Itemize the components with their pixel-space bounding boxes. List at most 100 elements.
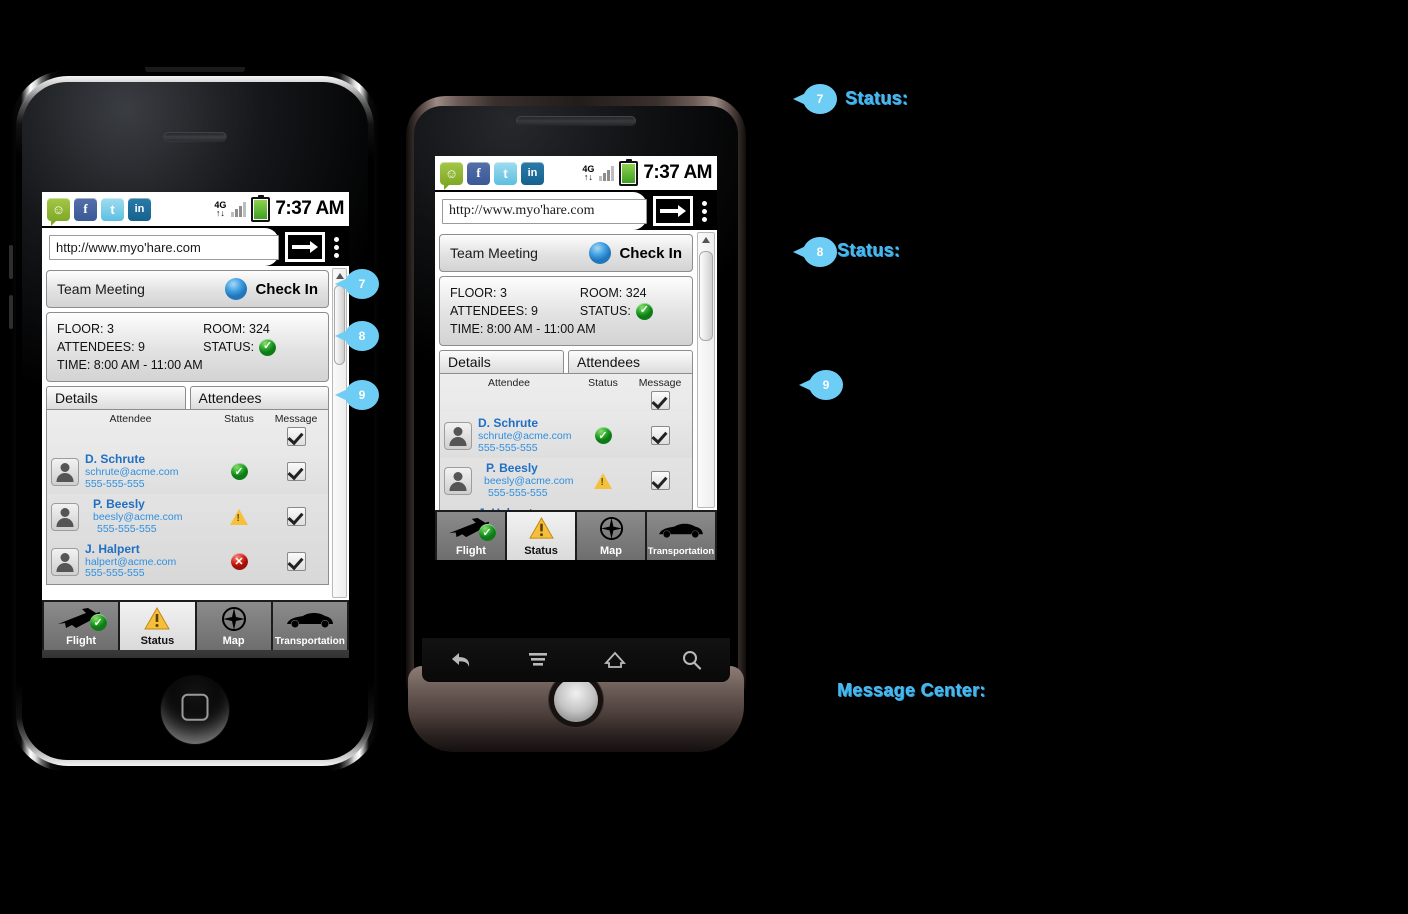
callout-pin-9-left[interactable]: 9 (335, 380, 379, 410)
vertical-scrollbar[interactable] (697, 232, 715, 508)
twitter-icon: t (494, 161, 517, 185)
softkey-menu[interactable] (499, 651, 576, 669)
iphone-volume-up-button[interactable] (9, 245, 13, 279)
meeting-header: Team Meeting Check In (440, 235, 692, 271)
battery-icon (619, 160, 639, 186)
callout-number: 8 (345, 321, 379, 351)
table-row[interactable]: D. Schrute schrute@acme.com 555-555-555 … (47, 449, 328, 495)
status-ok-icon: ✓ (259, 338, 277, 356)
message-checkbox[interactable] (286, 462, 306, 482)
app-tab-strip: ✓ Flight Status Map Transportation (435, 510, 717, 560)
callout-label-7: Status: (845, 88, 909, 108)
network-4g-icon: 4G ↑↓ (214, 200, 227, 218)
sms-icon: ☺ (47, 197, 70, 226)
app-tab-status[interactable]: Status (120, 602, 195, 650)
attendees-count: ATTENDEES: 9 (57, 340, 145, 355)
floor-value: FLOOR: 3 (450, 286, 507, 300)
meeting-title: Team Meeting (450, 245, 538, 261)
attendee-email[interactable]: beesly@acme.com (85, 511, 210, 524)
compass-icon (599, 512, 624, 545)
app-tab-status[interactable]: Status (507, 512, 575, 560)
tab-attendees[interactable]: Attendees (568, 350, 693, 374)
attendees-table: Attendee Status Message D. Schrute schru… (46, 409, 329, 586)
signal-bars-icon (231, 201, 247, 217)
message-checkbox[interactable] (650, 426, 670, 446)
attendees-count: ATTENDEES: 9 (450, 304, 538, 319)
overflow-menu-icon[interactable] (696, 200, 712, 222)
softkey-home[interactable] (576, 650, 653, 670)
message-checkbox[interactable] (650, 471, 670, 491)
checkin-group[interactable]: Check In (225, 278, 318, 300)
softkey-back[interactable] (422, 650, 499, 670)
app-tab-transportation[interactable]: Transportation (647, 512, 715, 560)
iphone-volume-down-button[interactable] (9, 295, 13, 329)
status-error-icon: ✕ (230, 553, 248, 571)
app-tab-map[interactable]: Map (196, 602, 271, 650)
table-row[interactable]: D. Schrute schrute@acme.com 555-555-555 … (440, 413, 692, 459)
callout-pin-7-left[interactable]: 7 (335, 269, 379, 299)
app-tab-label: Map (222, 635, 245, 647)
attendee-phone[interactable]: 555-555-555 (85, 478, 210, 491)
attendee-email[interactable]: schrute@acme.com (85, 466, 210, 479)
overflow-menu-icon[interactable] (328, 236, 344, 258)
table-row[interactable]: J. Halpert halpert@acme.com 555-555-555 … (47, 539, 328, 584)
signal-bars-icon (599, 165, 615, 181)
attendee-email[interactable]: schrute@acme.com (478, 430, 574, 443)
attendee-phone[interactable]: 555-555-555 (85, 523, 210, 536)
table-row[interactable]: P. Beesly beesly@acme.com 555-555-555 (47, 494, 328, 539)
softkey-search[interactable] (653, 650, 730, 670)
app-tab-map[interactable]: Map (577, 512, 645, 560)
scroll-up-arrow-icon[interactable] (698, 233, 714, 247)
content-tabs: Details Attendees (46, 386, 329, 410)
callout-pin-7-right[interactable]: 7 (793, 84, 837, 114)
url-input[interactable]: http://www.myo'hare.com (49, 234, 279, 260)
webview: Team Meeting Check In FLOOR: 3 ROOM: 324 (42, 266, 349, 600)
android-trackball[interactable] (554, 678, 598, 722)
checkin-button[interactable]: Check In (619, 245, 682, 262)
tab-details[interactable]: Details (46, 386, 186, 410)
tab-attendees[interactable]: Attendees (189, 386, 329, 410)
checkin-button[interactable]: Check In (255, 281, 318, 298)
callout-number: 8 (803, 237, 837, 267)
attendee-info: J. Halpert halpert@acme.com 555-555-555 (472, 506, 574, 510)
select-all-checkbox[interactable] (650, 391, 670, 411)
attendee-phone[interactable]: 555-555-555 (478, 442, 574, 455)
vertical-scrollbar[interactable] (332, 268, 347, 598)
message-checkbox[interactable] (286, 552, 306, 572)
table-row[interactable]: P. Beesly beesly@acme.com 555-555-555 (440, 458, 692, 503)
scrollbar-thumb[interactable] (699, 251, 713, 341)
page-content: Team Meeting Check In FLOOR: 3 ROOM: 324 (42, 266, 349, 600)
compass-icon (221, 602, 247, 635)
go-arrow-icon[interactable] (653, 196, 693, 226)
app-tab-flight[interactable]: ✓ Flight (437, 512, 505, 560)
status-bar: ☺ f t in 4G ↑↓ 7:37 AM (435, 156, 717, 192)
go-arrow-icon[interactable] (285, 232, 325, 262)
flight-ok-badge-icon: ✓ (478, 524, 496, 541)
checkin-group[interactable]: Check In (589, 242, 682, 264)
attendee-email[interactable]: beesly@acme.com (478, 475, 574, 488)
attendee-phone[interactable]: 555-555-555 (478, 487, 574, 500)
table-row[interactable]: J. Halpert halpert@acme.com 555-555-555 … (440, 503, 692, 510)
avatar (51, 502, 79, 531)
callout-label-8: Status: (837, 240, 901, 260)
iphone-home-button[interactable] (161, 676, 229, 744)
tab-details[interactable]: Details (439, 350, 564, 374)
avatar (444, 466, 472, 495)
android-screen: ☺ f t in 4G ↑↓ 7:37 AM http://www.myo'har… (435, 156, 717, 560)
callout-pin-8-right[interactable]: 8 (793, 237, 837, 267)
detail-row-attendees: ATTENDEES: 9 STATUS: ✓ (450, 302, 682, 320)
select-all-checkbox[interactable] (286, 427, 306, 447)
callout-label-message-center: Message Center: (837, 680, 986, 700)
app-tab-flight[interactable]: ✓ Flight (44, 602, 119, 650)
callout-pin-9-right[interactable]: 9 (799, 370, 843, 400)
url-input[interactable]: http://www.myo'hare.com (442, 198, 647, 224)
callout-pin-8-left[interactable]: 8 (335, 321, 379, 351)
col-message: Message (638, 377, 682, 390)
time-value: TIME: 8:00 AM - 11:00 AM (57, 358, 203, 373)
plane-icon: ✓ (56, 602, 107, 635)
app-tab-transportation[interactable]: Transportation (272, 602, 347, 650)
message-checkbox[interactable] (286, 507, 306, 527)
detail-row-time: TIME: 8:00 AM - 11:00 AM (57, 356, 318, 374)
attendee-phone[interactable]: 555-555-555 (85, 568, 210, 580)
attendee-info: J. Halpert halpert@acme.com 555-555-555 (79, 542, 210, 580)
